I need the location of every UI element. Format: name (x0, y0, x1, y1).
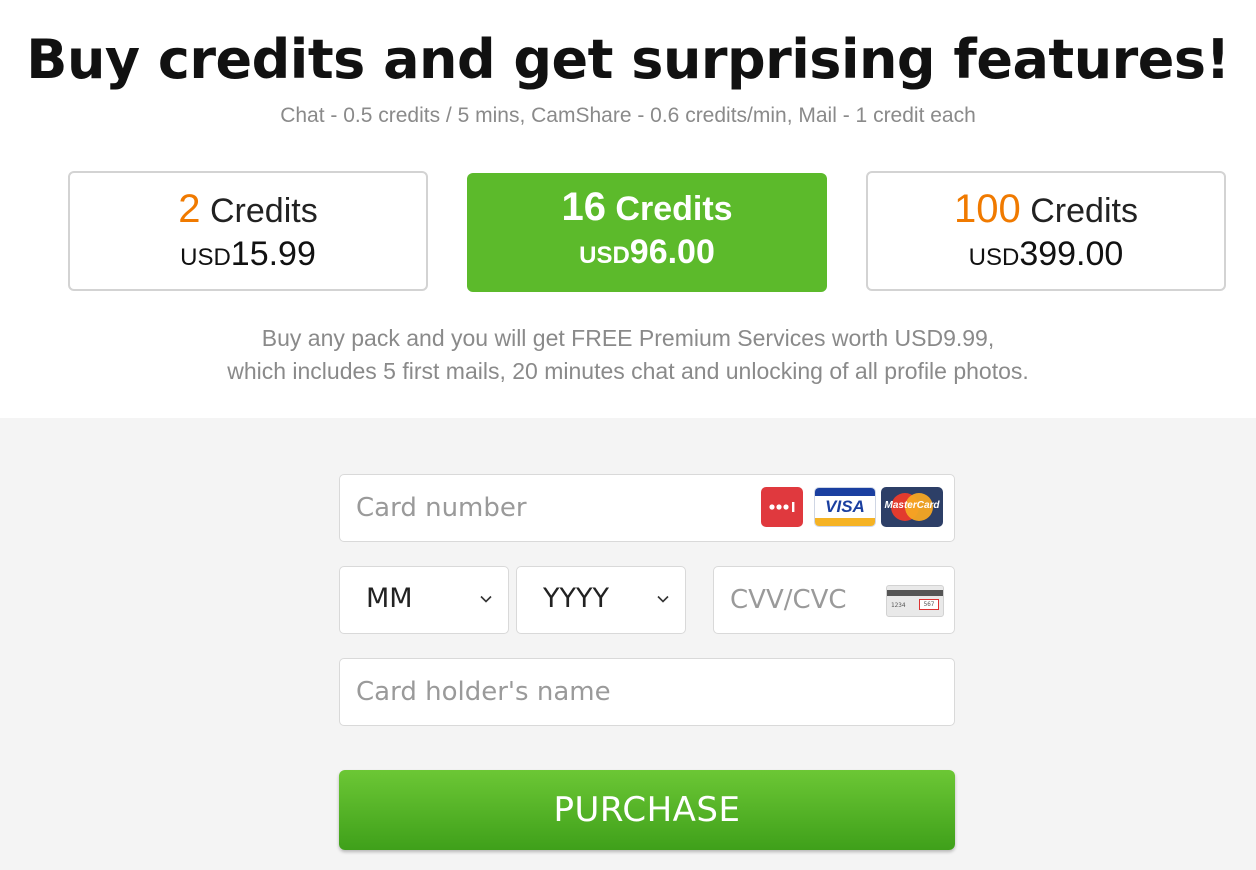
promo-line-1: Buy any pack and you will get FREE Premi… (261, 325, 995, 351)
package-credit-unit: Credits (1030, 192, 1138, 230)
purchase-button[interactable]: PURCHASE (339, 770, 955, 850)
card-number-field: VISA MasterCard (339, 474, 955, 542)
visa-logo: VISA (814, 487, 876, 527)
premium-promo-text: Buy any pack and you will get FREE Premi… (0, 322, 1256, 388)
offer-section: Buy credits and get surprising features!… (0, 0, 1256, 418)
package-credit-amount: 2 (178, 187, 201, 231)
cvv-field: 1234 567 (713, 566, 955, 634)
visa-logo-text: VISA (825, 497, 865, 516)
card-holder-input[interactable] (340, 659, 954, 725)
package-price: 15.99 (230, 235, 316, 273)
package-price: 96.00 (629, 233, 715, 271)
chevron-down-icon (480, 595, 492, 603)
cvv-card-number: 1234 (891, 602, 906, 609)
mastercard-logo-text: MasterCard (884, 500, 940, 511)
package-currency: USD (968, 244, 1020, 271)
package-currency: USD (180, 244, 231, 271)
package-credit-amount: 100 (954, 187, 1021, 231)
pricing-subtitle: Chat - 0.5 credits / 5 mins, CamShare - … (280, 104, 976, 127)
package-16-credits[interactable]: 16 Credits USD96.00 (467, 173, 827, 292)
package-credit-amount: 16 (561, 185, 606, 229)
expiry-month-select[interactable]: MM (339, 566, 509, 634)
promo-line-2: which includes 5 first mails, 20 minutes… (227, 358, 1029, 384)
mastercard-logo: MasterCard (881, 487, 943, 527)
cvv-sample-code: 567 (919, 599, 939, 610)
package-currency: USD (579, 242, 630, 269)
expiry-year-select[interactable]: YYYY (516, 566, 686, 634)
package-100-credits[interactable]: 100 Credits USD399.00 (866, 171, 1226, 291)
chevron-down-icon (657, 595, 669, 603)
package-price: 399.00 (1019, 235, 1124, 273)
package-2-credits[interactable]: 2 Credits USD15.99 (68, 171, 428, 291)
page-title: Buy credits and get surprising features! (26, 28, 1230, 91)
package-credit-unit: Credits (210, 192, 318, 230)
card-holder-field (339, 658, 955, 726)
cvv-card-icon: 1234 567 (886, 585, 944, 617)
expiry-month-value: MM (366, 583, 413, 614)
generic-card-icon (761, 487, 803, 527)
package-credit-unit: Credits (615, 190, 733, 228)
expiry-year-value: YYYY (543, 583, 609, 614)
